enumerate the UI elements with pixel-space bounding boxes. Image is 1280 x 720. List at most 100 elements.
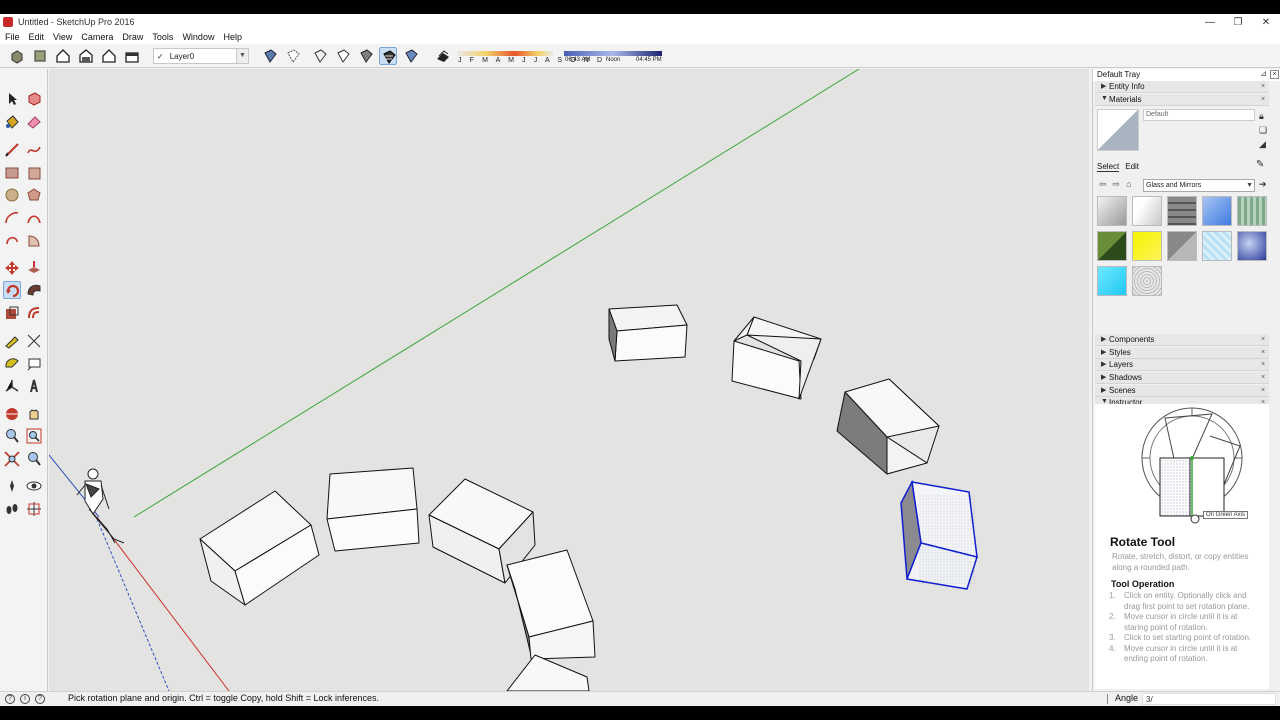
make-component-icon[interactable] <box>25 90 43 108</box>
paint-bucket-icon[interactable] <box>3 113 21 131</box>
offset-tool-icon[interactable] <box>25 304 43 322</box>
measurements-input[interactable]: 3/ <box>1142 693 1276 705</box>
wireframe-style-icon[interactable] <box>311 47 329 65</box>
help-icon[interactable]: ? <box>35 694 45 704</box>
box-group[interactable] <box>199 304 940 691</box>
shaded-style-icon[interactable] <box>357 47 375 65</box>
swatch-blue-glass[interactable] <box>1202 196 1232 226</box>
swatch-green-glass[interactable] <box>1097 231 1127 261</box>
scale-figure[interactable] <box>76 468 125 544</box>
swatch-glass[interactable] <box>1097 196 1127 226</box>
panel-close-icon[interactable]: × <box>1259 349 1267 357</box>
layer-dropdown[interactable]: ✓ Layer0 ▼ <box>153 48 249 64</box>
shadows-toggle-icon[interactable] <box>434 47 452 65</box>
panel-close-icon[interactable]: × <box>1259 83 1267 91</box>
menu-file[interactable]: File <box>5 32 20 42</box>
box-2[interactable] <box>731 316 822 400</box>
circle-tool-icon[interactable] <box>3 186 21 204</box>
tape-measure-icon[interactable] <box>3 332 21 350</box>
geo-location-icon[interactable]: ? <box>5 694 15 704</box>
chevron-down-icon[interactable]: ▼ <box>236 49 248 63</box>
swatch-mirror[interactable] <box>1132 196 1162 226</box>
walk-tool-icon[interactable] <box>3 500 21 518</box>
axes-tool-icon[interactable] <box>3 377 21 395</box>
box-8[interactable] <box>506 654 590 691</box>
create-material-icon[interactable]: ❏ <box>1259 123 1267 137</box>
zoom-window-icon[interactable] <box>25 427 43 445</box>
look-around-icon[interactable] <box>25 477 43 495</box>
right-view-icon[interactable] <box>77 47 95 65</box>
box-3[interactable] <box>836 378 940 475</box>
minimize-button[interactable]: — <box>1196 14 1224 30</box>
panel-layers[interactable]: ▶ Layers × <box>1095 359 1269 371</box>
lock-icon[interactable]: 🔒︎ <box>1259 109 1267 123</box>
tab-select[interactable]: Select <box>1097 162 1120 172</box>
menu-camera[interactable]: Camera <box>81 32 113 42</box>
menu-draw[interactable]: Draw <box>122 32 143 42</box>
swatch-cyan-glass[interactable] <box>1097 266 1127 296</box>
tray-close-icon[interactable]: × <box>1270 70 1279 79</box>
previous-view-icon[interactable] <box>25 450 43 468</box>
freehand-tool-icon[interactable] <box>25 141 43 159</box>
pan-tool-icon[interactable] <box>25 405 43 423</box>
three-point-arc-icon[interactable] <box>3 232 21 250</box>
maximize-button[interactable]: ❐ <box>1224 14 1252 30</box>
rotated-rectangle-icon[interactable] <box>25 164 43 182</box>
iso-view-icon[interactable] <box>8 47 26 65</box>
rotate-tool-icon[interactable] <box>3 281 21 299</box>
home-icon[interactable]: ⌂ <box>1126 179 1131 190</box>
scene-canvas[interactable] <box>49 69 1089 691</box>
panel-close-icon[interactable]: × <box>1259 361 1267 369</box>
box-5[interactable] <box>326 467 420 552</box>
text-tool-icon[interactable] <box>25 355 43 373</box>
forward-arrow-icon[interactable]: ⇨ <box>1113 179 1121 190</box>
material-library-select[interactable]: Glass and Mirrors ▼ <box>1143 179 1255 192</box>
box-1[interactable] <box>608 304 688 362</box>
panel-shadows[interactable]: ▶ Shadows × <box>1095 372 1269 384</box>
top-view-icon[interactable] <box>31 47 49 65</box>
date-slider[interactable] <box>457 51 553 56</box>
dimension-tool-icon[interactable] <box>25 332 43 350</box>
box-4[interactable] <box>199 490 320 606</box>
swatch-blue-textured[interactable] <box>1237 231 1267 261</box>
panel-styles[interactable]: ▶ Styles × <box>1095 347 1269 359</box>
menu-help[interactable]: Help <box>223 32 242 42</box>
details-arrow-icon[interactable]: ➔ <box>1259 179 1267 190</box>
panel-close-icon[interactable]: × <box>1259 336 1267 344</box>
credits-icon[interactable]: i <box>20 694 30 704</box>
left-view-icon[interactable] <box>123 47 141 65</box>
menu-view[interactable]: View <box>53 32 72 42</box>
push-pull-icon[interactable] <box>25 259 43 277</box>
arc-tool-icon[interactable] <box>3 209 21 227</box>
pie-tool-icon[interactable] <box>25 232 43 250</box>
swatch-green-ribbed[interactable] <box>1237 196 1267 226</box>
panel-materials[interactable]: ▼ Materials × <box>1095 94 1269 106</box>
hidden-line-style-icon[interactable] <box>334 47 352 65</box>
shaded-textures-style-icon[interactable] <box>379 47 397 65</box>
zoom-extents-icon[interactable] <box>3 450 21 468</box>
menu-edit[interactable]: Edit <box>29 32 45 42</box>
back-arrow-icon[interactable]: ⇦ <box>1099 179 1107 190</box>
monochrome-style-icon[interactable] <box>402 47 420 65</box>
panel-components[interactable]: ▶ Components × <box>1095 334 1269 346</box>
menu-tools[interactable]: Tools <box>152 32 173 42</box>
modeling-viewport[interactable] <box>49 69 1089 691</box>
time-slider[interactable] <box>564 51 662 56</box>
rectangle-tool-icon[interactable] <box>3 164 21 182</box>
two-point-arc-icon[interactable] <box>25 209 43 227</box>
sample-icon[interactable]: ◢ <box>1259 137 1267 151</box>
swatch-frosted-glass[interactable] <box>1202 231 1232 261</box>
panel-entity-info[interactable]: ▶ Entity Info × <box>1095 81 1269 93</box>
pin-icon[interactable]: ⊿ <box>1260 69 1267 78</box>
select-tool-icon[interactable] <box>3 90 21 108</box>
material-name-field[interactable]: Default <box>1143 109 1255 121</box>
panel-scenes[interactable]: ▶ Scenes × <box>1095 385 1269 397</box>
section-plane-icon[interactable] <box>25 500 43 518</box>
polygon-tool-icon[interactable] <box>25 186 43 204</box>
swatch-glass-block[interactable] <box>1167 196 1197 226</box>
orbit-tool-icon[interactable] <box>3 405 21 423</box>
panel-close-icon[interactable]: × <box>1259 96 1267 104</box>
line-tool-icon[interactable] <box>3 141 21 159</box>
menu-window[interactable]: Window <box>182 32 214 42</box>
swatch-yellow-glass[interactable] <box>1132 231 1162 261</box>
